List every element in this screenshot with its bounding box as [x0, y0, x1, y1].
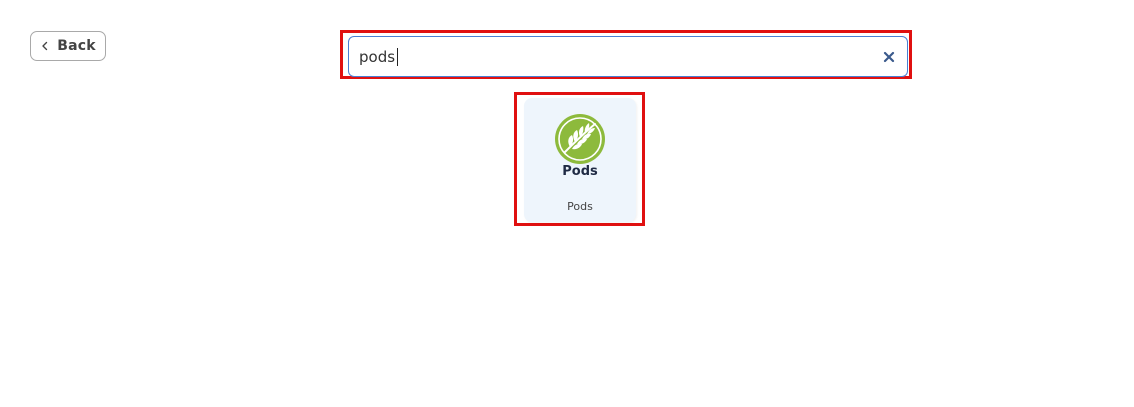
plugin-card-pods[interactable]: Pods Pods	[524, 98, 636, 222]
pods-leaf-logo-icon	[555, 114, 605, 164]
search-input[interactable]	[359, 37, 859, 76]
back-button-label: Back	[57, 38, 96, 54]
plugin-logo-title: Pods	[562, 164, 598, 179]
text-caret	[397, 48, 398, 66]
chevron-left-icon	[40, 41, 50, 51]
search-box[interactable]	[348, 36, 908, 77]
back-button[interactable]: Back	[30, 31, 106, 61]
plugin-name: Pods	[567, 200, 593, 213]
page: Back Pods	[0, 0, 1134, 407]
close-icon[interactable]	[883, 51, 895, 63]
